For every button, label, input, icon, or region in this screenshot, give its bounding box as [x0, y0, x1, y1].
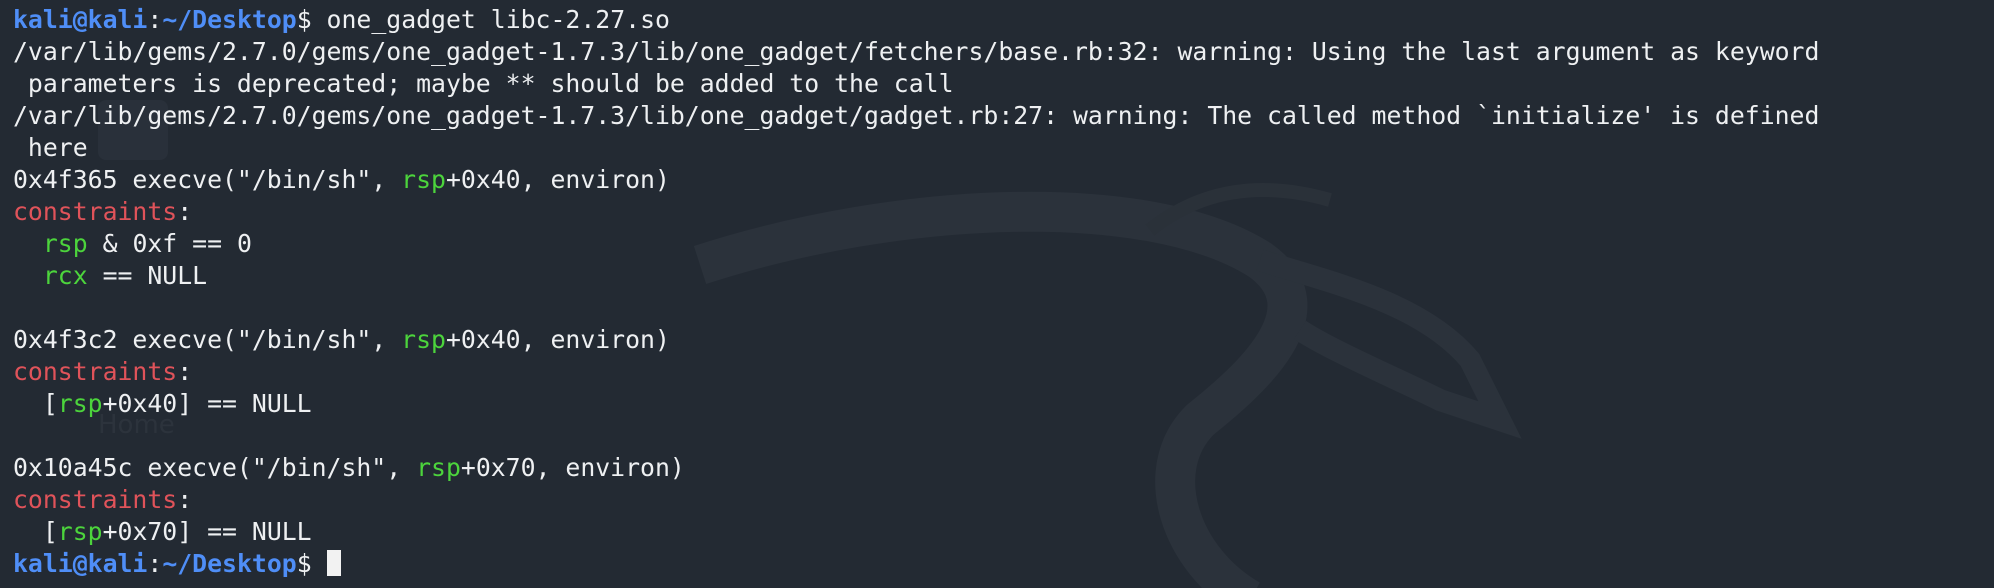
constraint-text: == NULL — [87, 261, 208, 290]
gadget-call-tail: +0x70, environ) — [460, 453, 685, 482]
prompt-symbol: $ — [296, 549, 312, 578]
constraint-text: +0x40] == NULL — [102, 389, 312, 418]
constraints-colon: : — [177, 197, 193, 226]
gadget-call-tail: +0x40, environ) — [445, 165, 670, 194]
warning-line: parameters is deprecated; maybe ** shoul… — [13, 69, 954, 98]
constraint-line: rcx == NULL — [13, 260, 1819, 292]
constraints-label: constraints — [13, 485, 178, 514]
constraints-header: constraints: — [13, 356, 1819, 388]
terminal-output: kali@kali:~/Desktop$ one_gadget libc-2.2… — [13, 4, 1819, 580]
warning-line: here — [13, 133, 88, 162]
prompt-path: ~/Desktop — [162, 549, 297, 578]
constraints-header: constraints: — [13, 484, 1819, 516]
bracket: [ — [42, 389, 58, 418]
constraints-colon: : — [177, 485, 193, 514]
register-name: rsp — [401, 325, 446, 354]
prompt-line[interactable]: kali@kali:~/Desktop$ — [13, 548, 1819, 580]
text-cursor[interactable] — [326, 550, 341, 576]
prompt-separator: : — [147, 549, 163, 578]
gadget-address-call: 0x4f3c2 execve("/bin/sh", — [13, 325, 402, 354]
register-name: rsp — [57, 517, 103, 546]
command-text: one_gadget libc-2.27.so — [311, 5, 670, 34]
gadget-address-call: 0x10a45c execve("/bin/sh", — [13, 453, 417, 482]
constraints-header: constraints: — [13, 196, 1819, 228]
constraints-label: constraints — [13, 197, 178, 226]
register-name: rsp — [42, 229, 88, 258]
prompt-user-host: kali@kali — [13, 549, 148, 578]
terminal-window[interactable]: Home kali@kali:~/Desktop$ one_gadget lib… — [0, 0, 1994, 588]
gadget-line: 0x4f365 execve("/bin/sh", rsp+0x40, envi… — [13, 164, 1819, 196]
constraint-text: +0x70] == NULL — [102, 517, 312, 546]
prompt-user-host: kali@kali — [13, 5, 148, 34]
constraint-line: [rsp+0x40] == NULL — [13, 388, 1819, 420]
prompt-trailing-space — [312, 549, 327, 578]
constraints-colon: : — [177, 357, 193, 386]
register-name: rcx — [42, 261, 88, 290]
prompt-line: kali@kali:~/Desktop$ one_gadget libc-2.2… — [13, 4, 1819, 36]
register-name: rsp — [401, 165, 446, 194]
warning-line: /var/lib/gems/2.7.0/gems/one_gadget-1.7.… — [13, 37, 1820, 66]
constraints-label: constraints — [13, 357, 178, 386]
gadget-line: 0x10a45c execve("/bin/sh", rsp+0x70, env… — [13, 452, 1819, 484]
prompt-separator: : — [147, 5, 163, 34]
constraint-line: rsp & 0xf == 0 — [13, 228, 1819, 260]
register-name: rsp — [57, 389, 103, 418]
prompt-path: ~/Desktop — [162, 5, 297, 34]
warning-line: /var/lib/gems/2.7.0/gems/one_gadget-1.7.… — [13, 101, 1820, 130]
gadget-call-tail: +0x40, environ) — [445, 325, 670, 354]
prompt-symbol: $ — [296, 5, 312, 34]
constraint-text: & 0xf == 0 — [87, 229, 252, 258]
bracket: [ — [42, 517, 58, 546]
constraint-line: [rsp+0x70] == NULL — [13, 516, 1819, 548]
gadget-line: 0x4f3c2 execve("/bin/sh", rsp+0x40, envi… — [13, 324, 1819, 356]
register-name: rsp — [416, 453, 461, 482]
gadget-address-call: 0x4f365 execve("/bin/sh", — [13, 165, 402, 194]
